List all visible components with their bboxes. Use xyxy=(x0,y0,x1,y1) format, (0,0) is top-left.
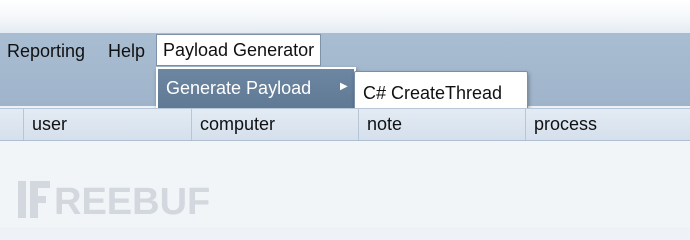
column-header-user[interactable]: user xyxy=(23,109,191,140)
chevron-right-icon: ▶ xyxy=(340,81,348,92)
column-header-computer[interactable]: computer xyxy=(191,109,358,140)
column-header-process[interactable]: process xyxy=(525,109,690,140)
submenu-generate-payload[interactable]: Generate Payload ▶ xyxy=(156,67,356,113)
menu-reporting[interactable]: Reporting xyxy=(7,40,85,62)
menu-item-csharp-createthread[interactable]: C# CreateThread xyxy=(363,83,502,104)
column-header-note[interactable]: note xyxy=(358,109,525,140)
svg-text:REEBUF: REEBUF xyxy=(54,181,210,219)
menu-help[interactable]: Help xyxy=(108,40,145,62)
freebuf-watermark-logo: REEBUF xyxy=(18,181,210,219)
window-top-area xyxy=(0,0,690,33)
menu-payload-generator[interactable]: Payload Generator xyxy=(156,34,322,66)
submenu-label: Generate Payload xyxy=(166,78,312,98)
table-header: user computer note process xyxy=(0,108,690,141)
